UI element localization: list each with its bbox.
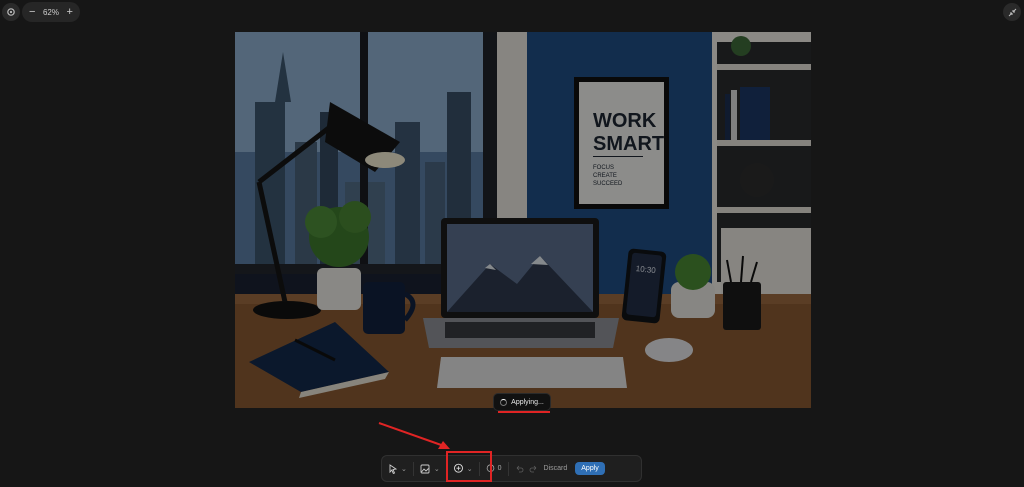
annotation-arrow: [378, 422, 450, 449]
edit-toolbar: ⌄ ⌄ ⌄ 0 Discard Apply: [381, 455, 642, 482]
zoom-in-button[interactable]: +: [67, 6, 73, 18]
zoom-control: − 62% +: [22, 2, 80, 22]
cursor-icon: [388, 463, 398, 474]
divider: [507, 461, 509, 476]
applying-text: Applying...: [511, 398, 544, 406]
loading-overlay: [235, 32, 811, 408]
image-canvas[interactable]: WORK SMART FOCUS CREATE SUCCEED 10:30: [235, 32, 811, 408]
image-edit-icon: [420, 464, 431, 474]
apply-button[interactable]: Apply: [575, 462, 605, 475]
discard-button[interactable]: Discard: [544, 465, 568, 472]
annotation-highlight-box: [446, 451, 492, 482]
spinner-icon: [500, 398, 508, 406]
gear-icon: [6, 7, 16, 17]
chevron-down-icon: ⌄: [401, 465, 407, 473]
applying-status: Applying...: [494, 394, 550, 410]
collapse-button[interactable]: [1003, 3, 1021, 21]
settings-button[interactable]: [2, 3, 20, 21]
collapse-icon: [1008, 8, 1017, 17]
divider: [412, 461, 414, 476]
redo-icon[interactable]: [529, 464, 538, 473]
undo-icon[interactable]: [515, 464, 524, 473]
image-tool[interactable]: ⌄: [420, 464, 440, 474]
zoom-out-button[interactable]: −: [29, 6, 35, 18]
select-tool[interactable]: ⌄: [388, 463, 407, 474]
annotation-underline: [498, 411, 550, 413]
comment-count-value: 0: [497, 465, 502, 472]
chevron-down-icon: ⌄: [433, 465, 440, 473]
zoom-level: 62%: [42, 7, 59, 17]
